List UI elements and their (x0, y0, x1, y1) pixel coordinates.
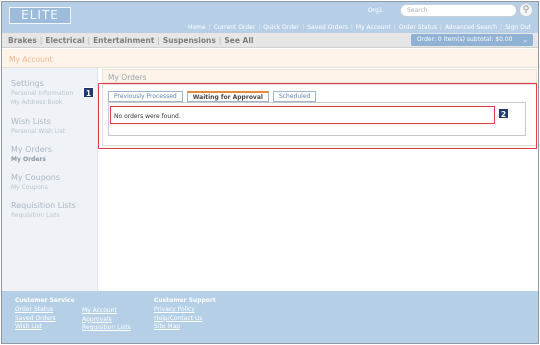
footer-heading: Customer Support (154, 297, 216, 304)
footer-link-requisition-lists[interactable]: Requisition Lists (82, 324, 131, 333)
footer-link-site-map[interactable]: Site Map (154, 323, 216, 332)
callout-badge-2: 2 (498, 108, 509, 119)
nav-current-order[interactable]: Current Order (211, 24, 259, 31)
footer-link-help-contact[interactable]: Help/Contact Us (154, 315, 216, 324)
nav-quick-order[interactable]: Quick Order (260, 24, 302, 31)
account-title: My Account (9, 55, 53, 64)
nav-home[interactable]: Home (185, 24, 209, 31)
footer-link-my-account[interactable]: My Account (82, 307, 131, 316)
category-separator: | (39, 36, 43, 45)
site-header: ELITE Org1 Search ⚲ Home | Current Order |… (2, 2, 538, 33)
nav-my-account[interactable]: My Account (353, 24, 394, 31)
category-entertainment[interactable]: Entertainment (93, 36, 154, 45)
page-title: My Orders (108, 73, 147, 82)
callout-outline-2 (110, 106, 495, 124)
footer-link-order-status[interactable]: Order Status (15, 306, 75, 315)
mini-cart-button[interactable]: Order: 0 item(s) subtotal: $0.00 ⌄ (411, 34, 533, 46)
sidebar-link-requisition-lists[interactable]: Requisition Lists (11, 212, 60, 219)
category-links: Brakes | Electrical | Entertainment | Suspe… (8, 36, 253, 45)
category-see-all[interactable]: See All (224, 36, 253, 45)
cart-summary: Order: 0 item(s) subtotal: $0.00 (417, 36, 513, 43)
category-suspensions[interactable]: Suspensions (163, 36, 216, 45)
footer-link-privacy-policy[interactable]: Privacy Policy (154, 306, 216, 315)
chevron-down-icon: ⌄ (522, 36, 528, 44)
category-bar: Brakes | Electrical | Entertainment | Suspe… (2, 33, 538, 48)
org-label: Org1 (368, 7, 383, 14)
site-footer: Customer Service Order Status Saved Orde… (2, 291, 538, 343)
category-electrical[interactable]: Electrical (45, 36, 84, 45)
sidebar-link-my-coupons[interactable]: My Coupons (11, 184, 48, 191)
search-input[interactable]: Search (400, 4, 517, 17)
site-logo[interactable]: ELITE (9, 7, 71, 24)
sidebar-heading-settings: Settings (11, 79, 44, 88)
footer-link-approvals[interactable]: Approvals (82, 316, 131, 325)
nav-order-status[interactable]: Order Status (396, 24, 440, 31)
top-nav: Home | Current Order | Quick Order | Saved … (185, 24, 534, 31)
category-separator: | (157, 36, 160, 45)
sidebar-link-my-orders[interactable]: My Orders (11, 156, 46, 163)
footer-column-customer-support: Customer Support Privacy Policy Help/Con… (154, 297, 216, 332)
footer-column-customer-service: Customer Service Order Status Saved Orde… (15, 297, 75, 332)
nav-saved-orders[interactable]: Saved Orders (304, 24, 351, 31)
browser-frame: ELITE Org1 Search ⚲ Home | Current Order |… (1, 1, 539, 344)
category-brakes[interactable]: Brakes (8, 36, 37, 45)
search-icon[interactable]: ⚲ (519, 3, 533, 17)
footer-column-account: My Account Approvals Requisition Lists (82, 307, 131, 333)
category-separator: | (218, 36, 222, 45)
nav-advanced-search[interactable]: Advanced Search (442, 24, 500, 31)
sidebar-link-personal-wish-list[interactable]: Personal Wish List (11, 128, 65, 135)
callout-badge-1: 1 (83, 87, 94, 98)
account-sidebar: Settings Personal Information My Address… (2, 68, 98, 291)
category-separator: | (87, 36, 91, 45)
account-title-bar: My Account (2, 49, 538, 68)
footer-link-wish-list[interactable]: Wish List (15, 323, 75, 332)
sidebar-heading-requisition-lists: Requisition Lists (11, 201, 76, 210)
page-title-bar: My Orders (102, 69, 537, 83)
sidebar-link-personal-information[interactable]: Personal Information (11, 90, 73, 97)
footer-link-saved-orders[interactable]: Saved Orders (15, 315, 75, 324)
footer-heading: Customer Service (15, 297, 75, 304)
nav-sign-out[interactable]: Sign Out (502, 24, 534, 31)
sidebar-link-address-book[interactable]: My Address Book (11, 99, 62, 106)
sidebar-heading-my-orders: My Orders (11, 145, 53, 154)
sidebar-heading-wish-lists: Wish Lists (11, 117, 51, 126)
sidebar-heading-my-coupons: My Coupons (11, 173, 60, 182)
